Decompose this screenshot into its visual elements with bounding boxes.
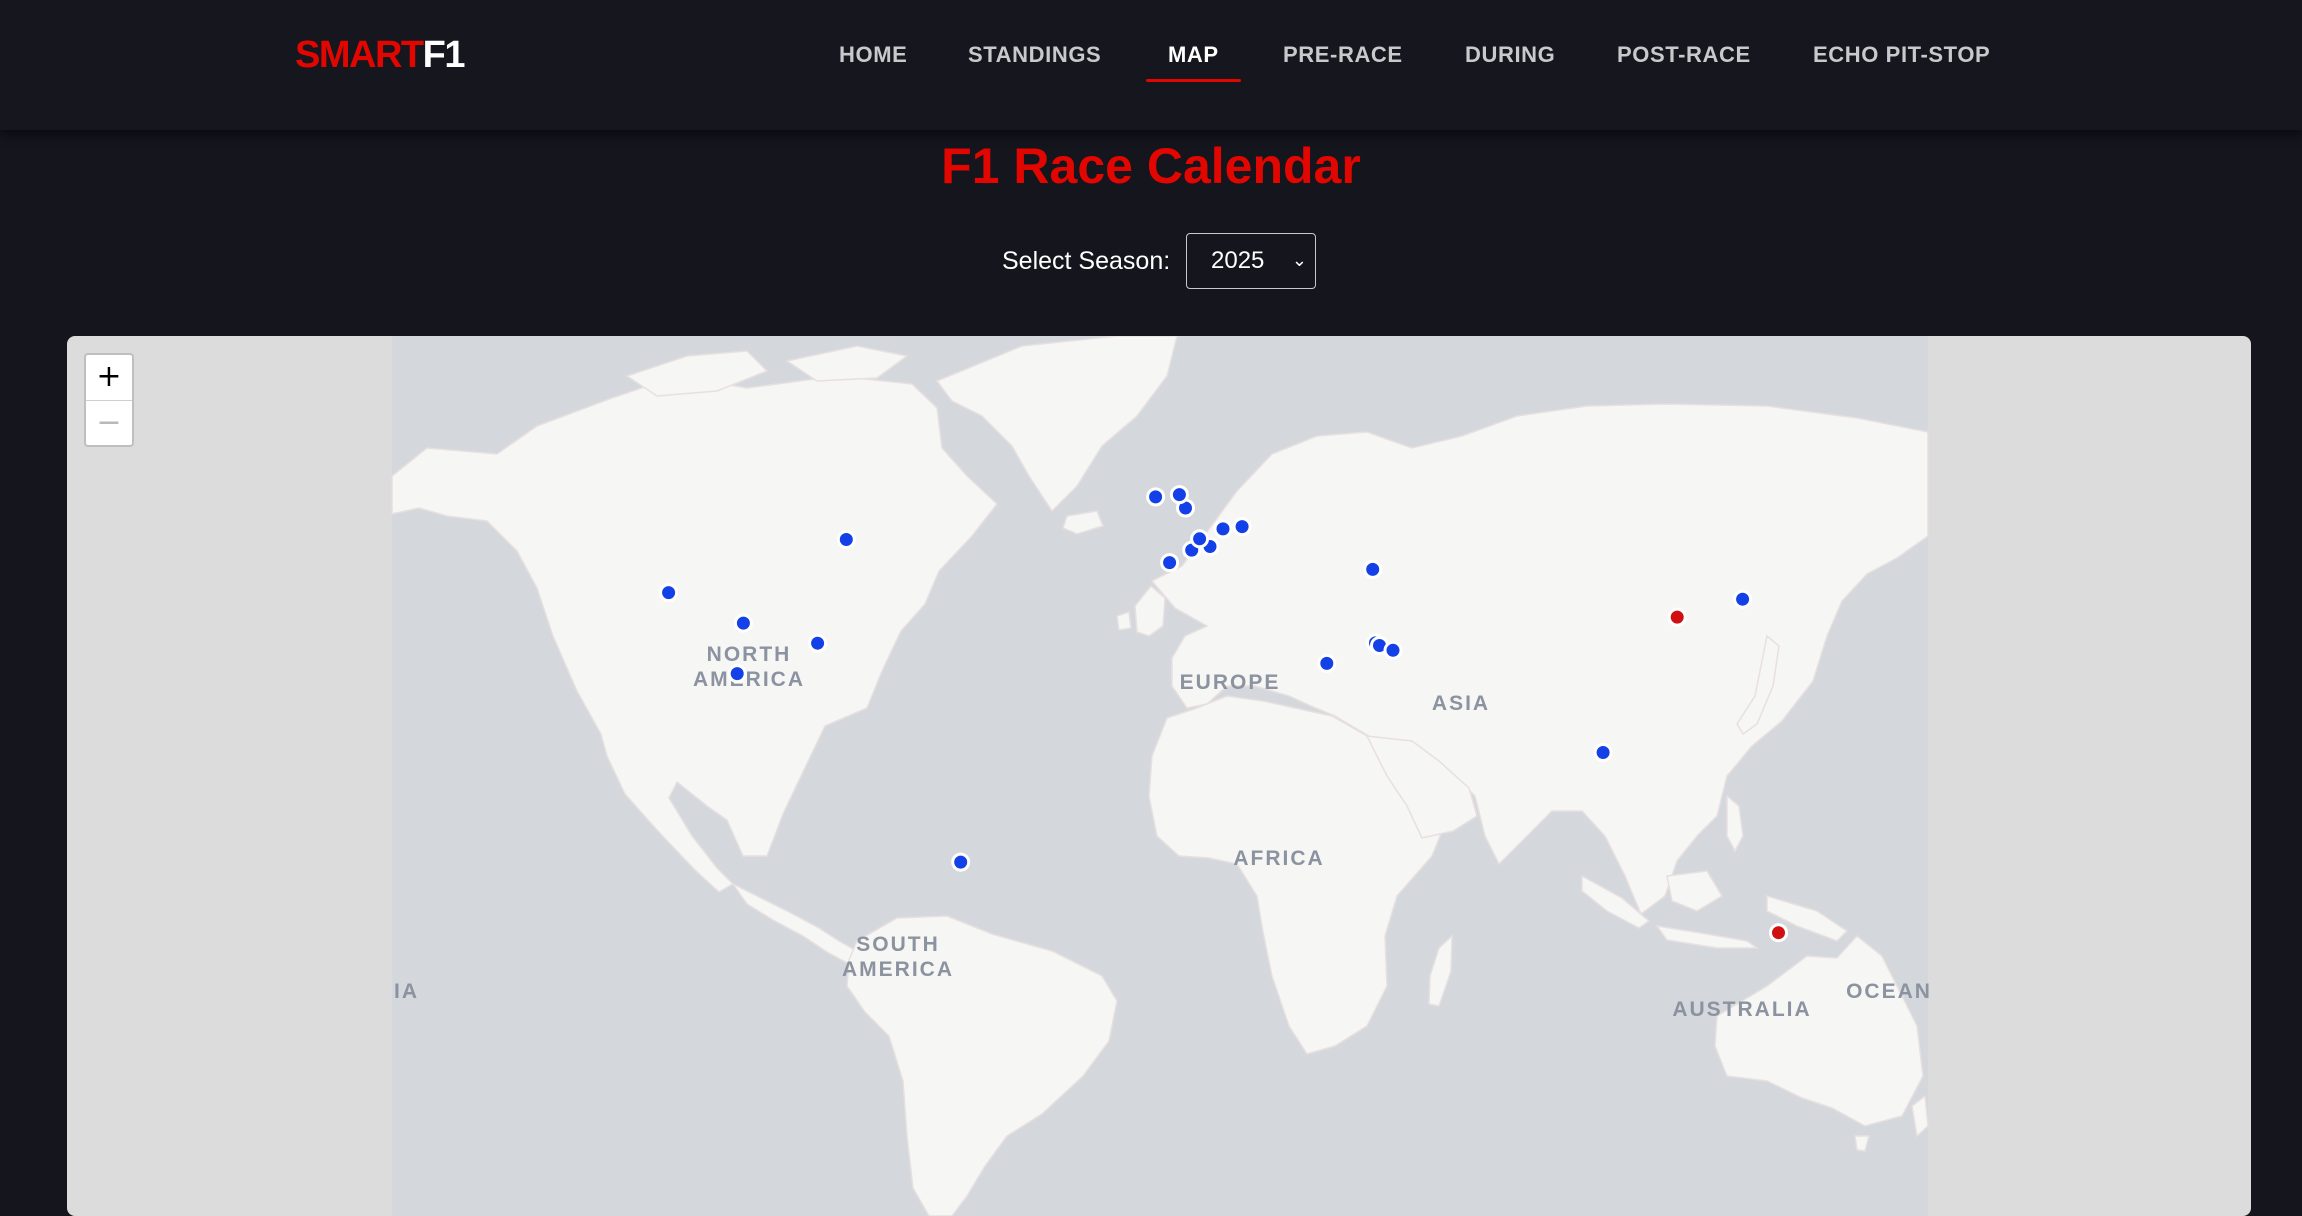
- race-marker-azerbaijan[interactable]: Azerbaijan: [1363, 559, 1383, 579]
- race-marker-united-states[interactable]: United States: [733, 613, 753, 633]
- chevron-down-icon: ⌄: [1291, 250, 1307, 270]
- region-label-australia: AUSTRALIA: [1672, 998, 1811, 1021]
- season-selector: Select Season: 2025 ⌄: [0, 233, 2302, 289]
- brand-logo-f1: F1: [422, 34, 466, 76]
- race-marker-singapore[interactable]: Singapore: [1593, 743, 1613, 762]
- region-label-north-america-2: AMERICA: [693, 668, 805, 691]
- race-marker-great-britain[interactable]: Great Britain: [1146, 487, 1166, 507]
- region-label-edge: IA: [394, 980, 419, 1003]
- race-marker-mexico[interactable]: Mexico: [727, 664, 747, 684]
- zoom-in-button[interactable]: +: [86, 355, 132, 401]
- nav-item-home[interactable]: HOME: [839, 42, 907, 68]
- race-marker-austria[interactable]: Austria: [1213, 519, 1233, 539]
- region-label-africa: AFRICA: [1233, 847, 1324, 870]
- region-label-asia: ASIA: [1432, 692, 1490, 715]
- nav-item-standings[interactable]: STANDINGS: [968, 42, 1101, 68]
- nav-item-pre-race[interactable]: PRE-RACE: [1283, 42, 1403, 68]
- ireland-land: [1116, 610, 1132, 631]
- season-select[interactable]: 2025 ⌄: [1186, 233, 1316, 289]
- race-marker-hungary[interactable]: Hungary: [1232, 517, 1252, 537]
- brand-logo[interactable]: SMARTF1: [295, 34, 466, 77]
- season-selected-value: 2025: [1211, 247, 1265, 274]
- race-marker-australia[interactable]: Australia: [1769, 923, 1788, 943]
- world-map[interactable]: NORTH AMERICA EUROPE ASIA AFRICA SOUTH A…: [67, 336, 2251, 1216]
- race-map[interactable]: NORTH AMERICA EUROPE ASIA AFRICA SOUTH A…: [67, 336, 2251, 1216]
- race-marker-canada[interactable]: Canada: [836, 530, 856, 549]
- zoom-control: + −: [84, 353, 134, 447]
- race-marker-spain[interactable]: Spain: [1160, 553, 1180, 573]
- region-label-south-america-2: AMERICA: [842, 958, 954, 981]
- race-marker-brazil[interactable]: Brazil: [951, 852, 971, 872]
- region-label-europe: EUROPE: [1180, 671, 1281, 694]
- race-marker-italy[interactable]: Italy: [1190, 529, 1210, 549]
- zoom-out-button[interactable]: −: [86, 401, 132, 445]
- season-label: Select Season:: [1002, 247, 1171, 275]
- nav-item-post-race[interactable]: POST-RACE: [1617, 42, 1751, 68]
- race-marker-china[interactable]: China: [1667, 607, 1687, 627]
- top-navbar: SMARTF1 HOME STANDINGS MAP PRE-RACE DURI…: [0, 0, 2302, 130]
- race-marker-abu-dhabi[interactable]: Abu Dhabi: [1383, 640, 1403, 660]
- brand-logo-smart: SMART: [295, 34, 424, 76]
- region-label-ocean: OCEAN: [1846, 980, 1932, 1003]
- nav-item-during[interactable]: DURING: [1465, 42, 1555, 68]
- race-marker-japan[interactable]: Japan: [1733, 589, 1753, 609]
- page-title: F1 Race Calendar: [941, 138, 1361, 194]
- race-marker-las-vegas[interactable]: Las Vegas: [659, 583, 679, 603]
- region-label-south-america-1: SOUTH: [856, 933, 940, 956]
- race-marker-saudi-arabia[interactable]: Saudi Arabia: [1317, 653, 1337, 673]
- race-marker-netherlands[interactable]: Netherlands: [1169, 485, 1189, 505]
- nav-item-echo-pit-stop[interactable]: ECHO PIT-STOP: [1813, 42, 1990, 68]
- region-label-north-america-1: NORTH: [707, 643, 792, 666]
- nav-item-map[interactable]: MAP: [1146, 42, 1241, 82]
- race-marker-miami[interactable]: Miami: [808, 633, 828, 653]
